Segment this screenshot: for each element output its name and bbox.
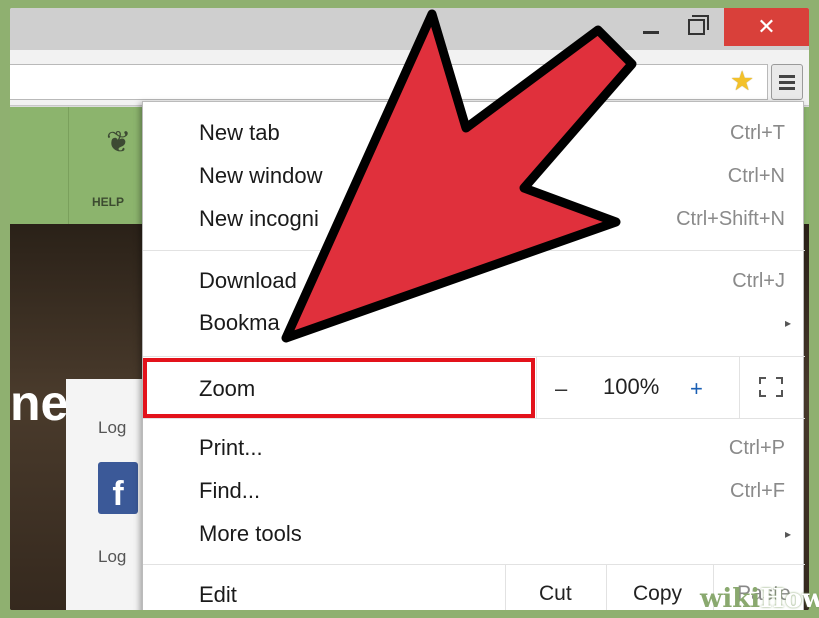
menu-divider xyxy=(143,356,805,357)
login-label: Log xyxy=(98,418,127,437)
edit-divider xyxy=(505,564,506,610)
shortcut-new-incognito: Ctrl+Shift+N xyxy=(676,208,785,230)
leaf-icon[interactable]: ❦ xyxy=(106,125,131,160)
menu-item-downloads[interactable]: Download xyxy=(199,268,297,294)
maximize-button[interactable] xyxy=(674,8,718,46)
menu-item-more-tools[interactable]: More tools xyxy=(199,521,302,547)
submenu-arrow-icon: ▸ xyxy=(784,316,791,330)
facebook-icon[interactable]: f xyxy=(98,462,138,514)
zoom-highlight-box xyxy=(143,358,535,418)
shortcut-downloads: Ctrl+J xyxy=(732,270,785,292)
chrome-menu-dropdown: New tab Ctrl+T New window Ctrl+N New inc… xyxy=(142,101,805,610)
cut-button[interactable]: Cut xyxy=(539,582,572,606)
menu-item-print[interactable]: Print... xyxy=(199,435,263,461)
minimize-button[interactable] xyxy=(631,8,671,46)
nav-divider xyxy=(68,107,69,224)
submenu-arrow-icon: ▸ xyxy=(784,527,791,541)
menu-item-edit: Edit xyxy=(199,582,237,607)
close-icon: ✕ xyxy=(757,14,776,39)
nav-help-link[interactable]: HELP xyxy=(92,195,124,209)
zoom-out-button[interactable]: – xyxy=(555,376,567,402)
browser-window: ✕ ★ ❦ HELP net Log f Log New tab Ctrl+T … xyxy=(10,8,809,610)
menu-divider xyxy=(143,564,805,565)
menu-item-new-incognito[interactable]: New incogni xyxy=(199,206,319,232)
wikihow-watermark: wikiHow xyxy=(700,584,819,614)
title-bar: ✕ xyxy=(10,8,809,50)
address-bar[interactable] xyxy=(10,64,768,100)
minimize-icon xyxy=(643,30,659,34)
shortcut-new-window: Ctrl+N xyxy=(727,165,785,187)
hamburger-menu-icon[interactable] xyxy=(771,64,803,100)
copy-button[interactable]: Copy xyxy=(633,582,682,606)
zoom-divider xyxy=(739,356,740,418)
shortcut-new-tab: Ctrl+T xyxy=(730,122,785,144)
menu-item-bookmarks[interactable]: Bookma xyxy=(199,310,280,336)
shortcut-print: Ctrl+P xyxy=(728,437,785,459)
fullscreen-icon[interactable] xyxy=(759,377,783,397)
login-label-secondary: Log xyxy=(98,547,127,566)
menu-item-new-window[interactable]: New window xyxy=(199,163,323,189)
shortcut-find: Ctrl+F xyxy=(730,480,785,502)
star-icon[interactable]: ★ xyxy=(730,66,754,96)
menu-item-new-tab[interactable]: New tab xyxy=(199,120,280,146)
zoom-divider xyxy=(536,356,537,418)
zoom-level: 100% xyxy=(603,374,660,399)
menu-item-find[interactable]: Find... xyxy=(199,478,260,504)
zoom-in-button[interactable]: + xyxy=(690,376,703,402)
menu-divider xyxy=(143,250,805,251)
browser-toolbar: ★ xyxy=(10,50,809,106)
maximize-icon xyxy=(687,15,709,35)
edit-divider xyxy=(606,564,607,610)
image-frame: ✕ ★ ❦ HELP net Log f Log New tab Ctrl+T … xyxy=(0,0,819,618)
close-button[interactable]: ✕ xyxy=(724,8,809,46)
menu-divider xyxy=(143,418,805,419)
